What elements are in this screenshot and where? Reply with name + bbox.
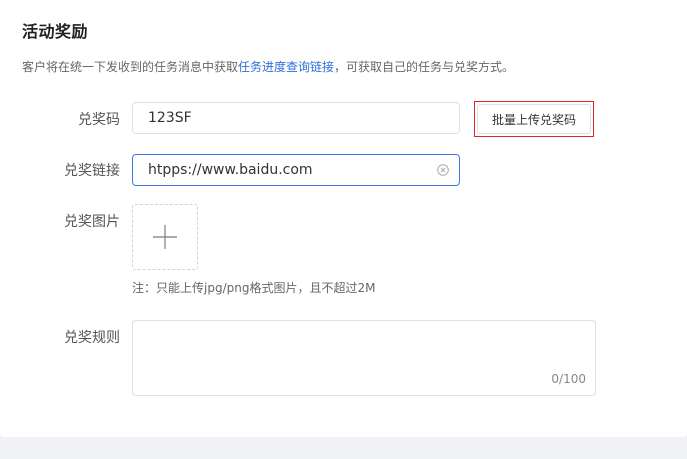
rules-label: 兑奖规则	[64, 330, 120, 346]
description-text-after: ，可获取自己的任务与兑奖方式。	[334, 60, 515, 74]
batch-upload-button[interactable]: 批量上传兑奖码	[477, 104, 591, 134]
rules-textarea[interactable]: 0/100	[132, 320, 596, 396]
code-input[interactable]: 123SF	[132, 102, 460, 134]
link-label: 兑奖链接	[64, 163, 120, 179]
code-label: 兑奖码	[78, 112, 120, 128]
link-input[interactable]: htpps://www.baidu.com	[132, 154, 460, 186]
description-text-before: 客户将在统一下发收到的任务消息中获取	[22, 60, 239, 74]
activity-reward-card: 活动奖励 客户将在统一下发收到的任务消息中获取任务进度查询链接，可获取自己的任务…	[0, 0, 687, 437]
rules-char-counter: 0/100	[551, 372, 586, 386]
section-title: 活动奖励	[22, 22, 89, 41]
task-progress-link[interactable]: 任务进度查询链接	[238, 60, 334, 74]
image-upload-hint: 注：只能上传jpg/png格式图片，且不超过2M	[132, 281, 376, 295]
image-label: 兑奖图片	[64, 214, 120, 230]
plus-icon	[153, 225, 177, 249]
link-input-value: htpps://www.baidu.com	[148, 162, 313, 178]
image-upload-box[interactable]	[132, 204, 198, 270]
code-input-value: 123SF	[148, 110, 192, 126]
circle-x-icon[interactable]	[437, 164, 449, 176]
section-description: 客户将在统一下发收到的任务消息中获取任务进度查询链接，可获取自己的任务与兑奖方式…	[22, 58, 514, 75]
